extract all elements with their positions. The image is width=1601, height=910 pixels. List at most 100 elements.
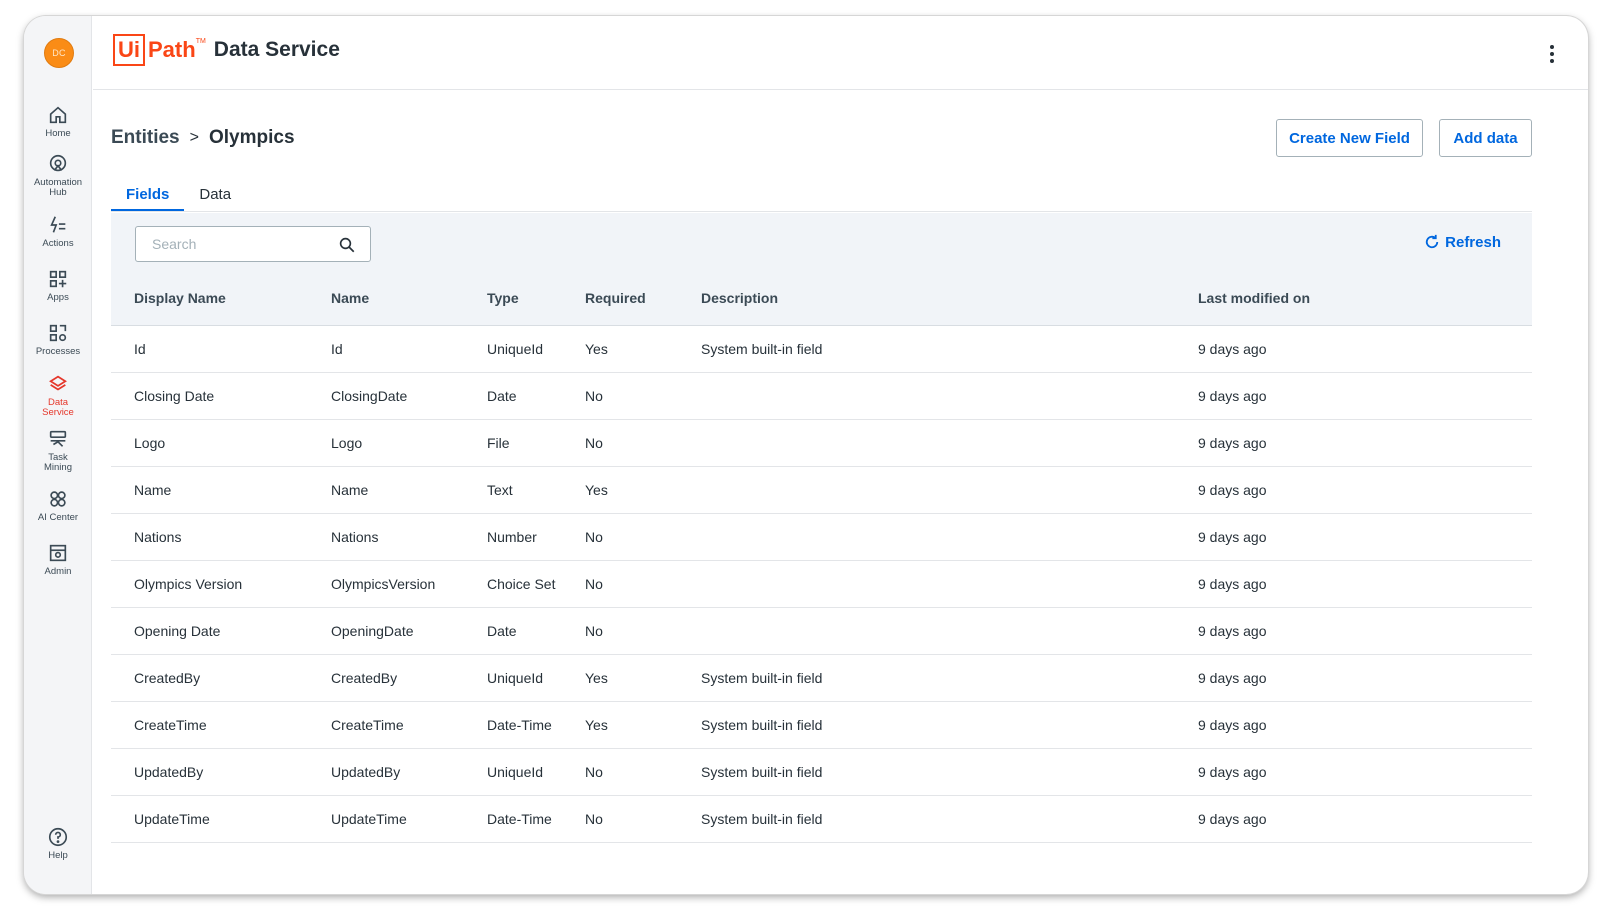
cell-type: Date <box>487 388 517 404</box>
cell-type: UniqueId <box>487 341 544 357</box>
table-row[interactable]: Olympics Version OlympicsVersion Choice Se… <box>111 561 1532 608</box>
breadcrumb-entities[interactable]: Entities <box>111 127 180 149</box>
cell-last-modified: 9 days ago <box>1198 717 1267 733</box>
cell-display-name: CreatedBy <box>134 670 201 686</box>
sidebar-item-label: Home <box>45 128 71 139</box>
sidebar-item-ai-center[interactable]: AI Center <box>24 488 92 523</box>
cell-name: UpdatedBy <box>331 764 401 780</box>
table-header: Display Name Name Type Required Descript… <box>111 271 1532 326</box>
search-icon[interactable] <box>338 236 356 254</box>
table-row[interactable]: CreateTime CreateTime Date-Time Yes System b… <box>111 702 1532 749</box>
sidebar-item-label: Task Mining <box>44 452 72 473</box>
cell-last-modified: 9 days ago <box>1198 670 1267 686</box>
table-row[interactable]: Opening Date OpeningDate Date No 9 days ago <box>111 608 1532 655</box>
sidebar-item-processes[interactable]: Processes <box>24 322 92 357</box>
column-header-required[interactable]: Required <box>562 290 678 306</box>
sidebar-item-label: AI Center <box>37 512 79 523</box>
table-row[interactable]: UpdatedBy UpdatedBy UniqueId No System built… <box>111 749 1532 796</box>
cell-required: No <box>585 811 603 827</box>
cell-type: Number <box>487 529 537 545</box>
add-data-button[interactable]: Add data <box>1439 119 1532 157</box>
cell-display-name: Opening Date <box>134 623 221 639</box>
cell-type: File <box>487 435 510 451</box>
sidebar-item-actions[interactable]: Actions <box>24 214 92 249</box>
sidebar-item-data-service[interactable]: Data Service <box>24 373 92 418</box>
table-row[interactable]: CreatedBy CreatedBy UniqueId Yes System buil… <box>111 655 1532 702</box>
cell-display-name: CreateTime <box>134 717 207 733</box>
cell-type: UniqueId <box>487 670 544 686</box>
table-row[interactable]: UpdateTime UpdateTime Date-Time No System bu… <box>111 796 1532 843</box>
refresh-button[interactable]: Refresh <box>1423 233 1501 251</box>
logo-trademark: TM <box>195 38 206 45</box>
table-body: Id Id UniqueId Yes System built-in field 9 da… <box>111 326 1532 843</box>
sidebar-item-help[interactable]: Help <box>24 826 92 861</box>
sidebar-item-task-mining[interactable]: Task Mining <box>24 428 92 473</box>
cell-last-modified: 9 days ago <box>1198 482 1267 498</box>
column-header-last-modified[interactable]: Last modified on <box>1175 290 1532 306</box>
sidebar-item-label: Apps <box>47 292 69 303</box>
logo-path-text: Path <box>148 37 196 62</box>
table-row[interactable]: Closing Date ClosingDate Date No 9 days ago <box>111 373 1532 420</box>
cell-name: Id <box>331 341 343 357</box>
sidebar-item-automation-hub[interactable]: Automation Hub <box>24 153 92 198</box>
processes-icon <box>49 324 67 342</box>
search-input[interactable] <box>152 236 332 252</box>
cell-required: Yes <box>585 717 608 733</box>
avatar[interactable]: DC <box>44 38 74 68</box>
tab-bar: Fields Data <box>111 182 246 212</box>
logo-ui-mark: Ui <box>113 34 145 66</box>
cell-description: System built-in field <box>701 764 823 780</box>
cell-display-name: Nations <box>134 529 182 545</box>
cell-last-modified: 9 days ago <box>1198 388 1267 404</box>
ai-center-icon <box>50 491 66 507</box>
more-options-button[interactable] <box>1544 42 1560 66</box>
cell-last-modified: 9 days ago <box>1198 529 1267 545</box>
sidebar-item-admin[interactable]: Admin <box>24 542 92 577</box>
cell-description: System built-in field <box>701 811 823 827</box>
sidebar-item-label: Automation Hub <box>33 177 83 198</box>
table-row[interactable]: Id Id UniqueId Yes System built-in field 9 da… <box>111 326 1532 373</box>
sidebar-item-label: Admin <box>44 566 72 577</box>
create-new-field-button[interactable]: Create New Field <box>1276 119 1423 157</box>
cell-display-name: UpdatedBy <box>134 764 204 780</box>
cell-name: CreatedBy <box>331 670 398 686</box>
cell-required: No <box>585 764 603 780</box>
column-header-type[interactable]: Type <box>464 290 562 306</box>
cell-required: No <box>585 623 603 639</box>
cell-required: No <box>585 529 603 545</box>
cell-name: Name <box>331 482 369 498</box>
help-icon <box>48 827 68 847</box>
search-box <box>135 226 371 262</box>
sidebar-item-home[interactable]: Home <box>24 104 92 139</box>
column-header-description[interactable]: Description <box>678 290 1175 306</box>
cell-description: System built-in field <box>701 341 823 357</box>
column-header-name[interactable]: Name <box>308 290 464 306</box>
breadcrumb: Entities > Olympics <box>111 127 295 149</box>
cell-required: Yes <box>585 341 608 357</box>
cell-name: OpeningDate <box>331 623 414 639</box>
cell-required: Yes <box>585 482 608 498</box>
table-row[interactable]: Logo Logo File No 9 days ago <box>111 420 1532 467</box>
tab-data[interactable]: Data <box>184 182 246 212</box>
cell-required: No <box>585 576 603 592</box>
cell-name: UpdateTime <box>331 811 407 827</box>
cell-display-name: Olympics Version <box>134 576 243 592</box>
cell-description: System built-in field <box>701 717 823 733</box>
app-title: Data Service <box>213 38 340 61</box>
cell-required: No <box>585 388 603 404</box>
table-row[interactable]: Name Name Text Yes 9 days ago <box>111 467 1532 514</box>
refresh-icon <box>1426 234 1439 249</box>
tab-fields[interactable]: Fields <box>111 182 185 212</box>
cell-display-name: Logo <box>134 435 166 451</box>
uipath-logo[interactable]: Ui Path TM Data Service <box>113 34 340 66</box>
table-row[interactable]: Nations Nations Number No 9 days ago <box>111 514 1532 561</box>
column-header-display-name[interactable]: Display Name <box>111 290 308 306</box>
refresh-label: Refresh <box>1445 233 1501 251</box>
cell-type: UniqueId <box>487 764 544 780</box>
automation-hub-icon <box>49 154 67 172</box>
sidebar-item-apps[interactable]: Apps <box>24 268 92 303</box>
task-mining-icon <box>49 430 67 447</box>
sidebar-item-label: Processes <box>35 346 81 357</box>
sidebar-item-label: Data Service <box>42 397 74 418</box>
more-vertical-icon <box>1550 45 1554 49</box>
